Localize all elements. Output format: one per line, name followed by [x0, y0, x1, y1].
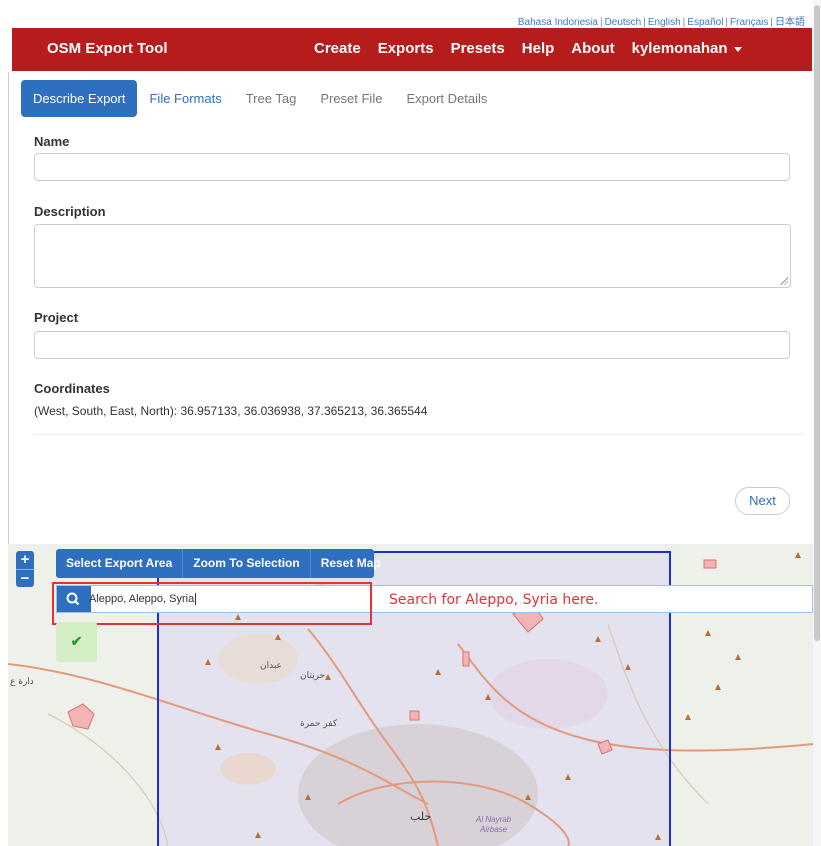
map-toolbar: Select Export Area Zoom To Selection Res…: [56, 549, 381, 578]
map-label-town2: حريتان: [300, 671, 325, 681]
description-label: Description: [34, 204, 106, 219]
description-field[interactable]: [34, 224, 791, 288]
map-label-city: حلب: [410, 810, 431, 823]
check-icon[interactable]: ✔: [56, 622, 97, 662]
lang-link-es[interactable]: Español: [687, 17, 723, 28]
coordinates-label: Coordinates: [34, 381, 110, 396]
top-navbar: OSM Export Tool Create Exports Presets H…: [12, 28, 812, 71]
annotation-text: Search for Aleppo, Syria here.: [389, 592, 599, 608]
resize-grip-icon[interactable]: [780, 277, 788, 285]
restricted-area: [462, 651, 470, 667]
language-switcher: Bahasa Indonesia | Deutsch | English | Español…: [517, 17, 805, 28]
restricted-area: [67, 703, 95, 730]
map-label-airbase2: Airbase: [479, 825, 508, 834]
lang-link-fr[interactable]: Français: [730, 17, 768, 28]
brand-logo[interactable]: OSM Export Tool: [47, 40, 168, 57]
lang-link-id[interactable]: Bahasa Indonesia: [518, 17, 598, 28]
tab-preset-file[interactable]: Preset File: [308, 80, 394, 117]
select-export-area-button[interactable]: Select Export Area: [56, 549, 184, 578]
name-field[interactable]: [34, 153, 790, 181]
user-name: kylemonahan: [631, 40, 728, 57]
scrollbar[interactable]: [813, 0, 821, 846]
nav-about[interactable]: About: [571, 40, 614, 57]
restricted-area: [409, 710, 420, 721]
zoom-out-button[interactable]: −: [16, 570, 34, 588]
village-area: [220, 753, 276, 785]
user-menu[interactable]: kylemonahan: [632, 40, 742, 57]
map-label-town1: عبدان: [260, 661, 282, 671]
name-label: Name: [34, 134, 70, 149]
restricted-area: [703, 559, 717, 569]
nav-links: Create Exports Presets Help About kylemo…: [314, 40, 742, 57]
road: [47, 713, 169, 846]
nav-presets[interactable]: Presets: [451, 40, 505, 57]
lang-link-de[interactable]: Deutsch: [605, 17, 642, 28]
coordinates-text: (West, South, East, North): 36.957133, 3…: [34, 404, 428, 418]
next-button[interactable]: Next: [735, 487, 790, 515]
caret-down-icon: [733, 46, 742, 52]
scrollbar-thumb[interactable]: [814, 5, 820, 641]
tab-tree-tag[interactable]: Tree Tag: [234, 80, 309, 117]
wizard-tabs: Describe Export File Formats Tree Tag Pr…: [21, 80, 499, 117]
zoom-to-selection-button[interactable]: Zoom To Selection: [183, 549, 311, 578]
lang-link-ja[interactable]: 日本語: [775, 17, 805, 28]
nav-create[interactable]: Create: [314, 40, 361, 57]
project-label: Project: [34, 310, 79, 325]
tab-file-formats[interactable]: File Formats: [137, 80, 233, 117]
zoom-in-button[interactable]: +: [16, 551, 34, 569]
project-field[interactable]: [34, 331, 790, 359]
annotation-highlight-box: [52, 582, 372, 625]
content-border: [8, 72, 9, 544]
district-area: [488, 659, 608, 729]
town-area: [218, 634, 298, 684]
zoom-control: + −: [16, 551, 34, 587]
nav-exports[interactable]: Exports: [378, 40, 434, 57]
map-label-left: دارة ع: [10, 677, 34, 687]
divider: [34, 434, 804, 435]
lang-link-en[interactable]: English: [648, 17, 681, 28]
reset-map-button[interactable]: Reset Map: [311, 549, 391, 578]
tab-describe-export[interactable]: Describe Export: [21, 80, 138, 117]
tab-export-details[interactable]: Export Details: [394, 80, 499, 117]
map-label-town3: كفر حمرة: [300, 719, 338, 729]
nav-help[interactable]: Help: [522, 40, 555, 57]
map-label-airbase1: Al Nayrab: [475, 815, 512, 824]
